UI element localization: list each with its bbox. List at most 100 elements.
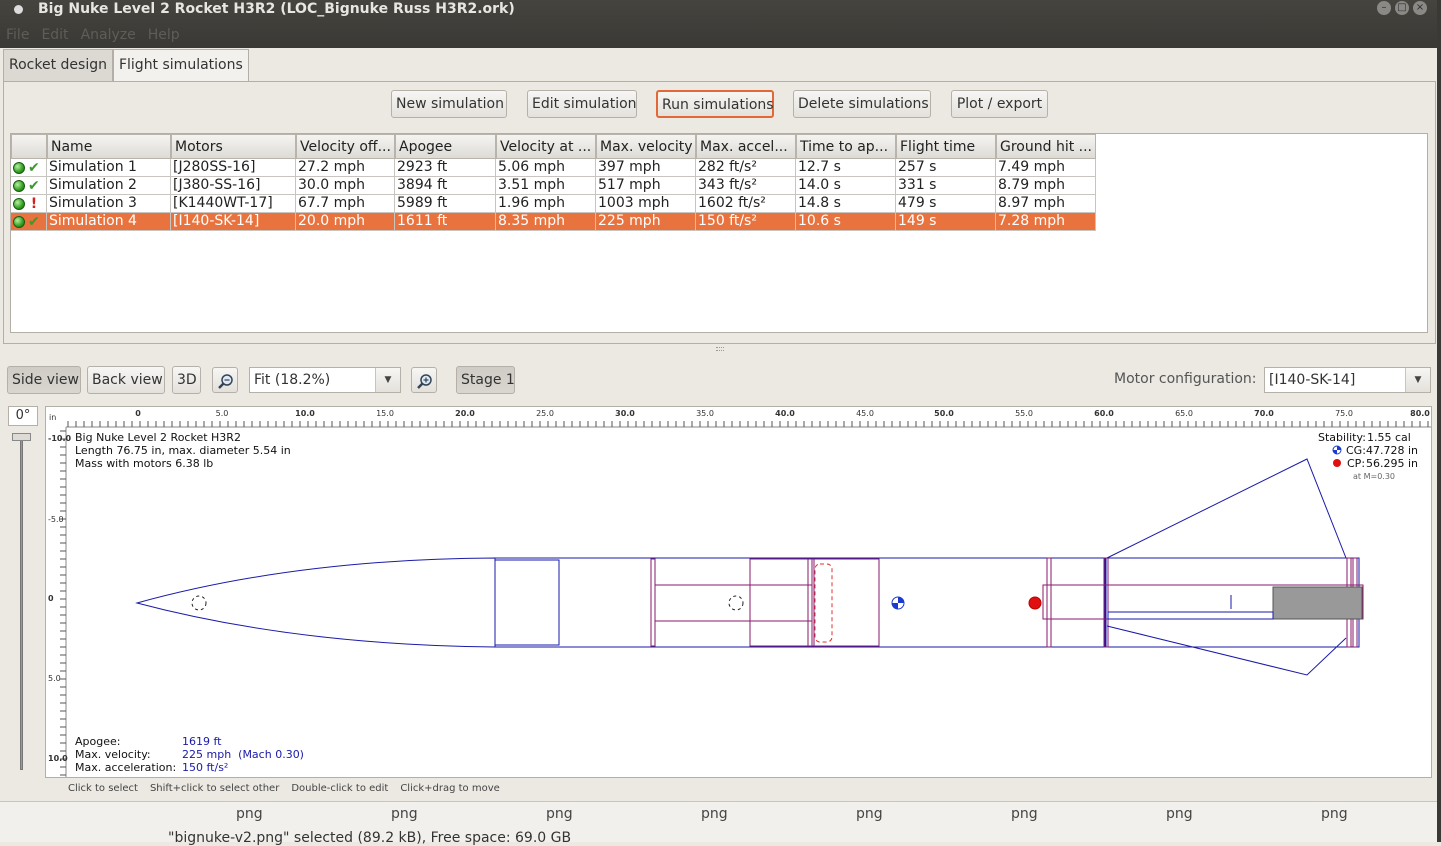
status-cell: !	[11, 195, 47, 213]
back-view-button[interactable]: Back view	[87, 366, 165, 394]
file-type-label[interactable]: png	[856, 806, 883, 822]
inner-tube[interactable]	[654, 584, 813, 622]
rocket-dimensions: Length 76.75 in, max. diameter 5.54 in	[75, 444, 291, 457]
h-tick-label: 25.0	[536, 409, 554, 418]
cell-max-acceleration: 343 ft/s²	[696, 177, 796, 195]
zoom-select[interactable]: Fit (18.2%) ▼	[249, 367, 401, 393]
v-tick-label: 5.0	[48, 674, 61, 683]
rotation-slider-track[interactable]	[20, 440, 23, 770]
panel-splitter[interactable]	[716, 347, 724, 351]
centering-ring[interactable]	[650, 558, 656, 647]
close-icon[interactable]: ×	[1413, 1, 1427, 15]
check-icon: ✔	[28, 213, 40, 230]
column-header-name[interactable]: Name	[47, 134, 171, 159]
table-row[interactable]: ! Simulation 3 [K1440WT-17] 67.7 mph 598…	[11, 195, 1096, 213]
table-row[interactable]: ✔ Simulation 2 [J380-SS-16] 30.0 mph 389…	[11, 177, 1096, 195]
mach-note: at M=0.30	[1353, 472, 1395, 481]
rocket-drawing[interactable]	[135, 458, 1364, 676]
bulkhead-coupler[interactable]	[749, 558, 813, 647]
zoom-in-icon	[417, 374, 432, 389]
file-type-label[interactable]: png	[701, 806, 728, 822]
column-header-motors[interactable]: Motors	[171, 134, 296, 159]
file-chooser-strip: png png png png png png png png "bignuke…	[0, 801, 1441, 846]
h-tick-label: 65.0	[1175, 409, 1193, 418]
plot-export-button[interactable]: Plot / export	[951, 90, 1048, 118]
motor-casing[interactable]	[1272, 586, 1363, 620]
table-row-selected[interactable]: ✔ Simulation 4 [I140-SK-14] 20.0 mph 161…	[11, 213, 1096, 231]
cell-flight-time: 257 s	[896, 159, 996, 177]
side-view-button[interactable]: Side view	[7, 366, 81, 394]
cell-flight-time: 331 s	[896, 177, 996, 195]
cell-apogee: 5989 ft	[395, 195, 496, 213]
menu-analyze[interactable]: Analyze	[75, 24, 142, 46]
cell-max-acceleration: 150 ft/s²	[696, 213, 796, 231]
cell-motors: [J280SS-16]	[171, 159, 296, 177]
cp-legend-icon	[1333, 459, 1341, 467]
fin-bottom[interactable]	[1106, 625, 1347, 676]
stage-1-toggle[interactable]: Stage 1	[456, 366, 515, 394]
nose-cone[interactable]	[135, 557, 496, 648]
cell-time-to-apogee: 12.7 s	[796, 159, 896, 177]
column-header-max-velocity[interactable]: Max. velocity	[596, 134, 696, 159]
tab-flight-simulations[interactable]: Flight simulations	[112, 49, 249, 84]
v-tick-label: 0	[48, 594, 54, 603]
rocket-figure-canvas[interactable]: in 0 5.0 10.0 15.0 20.0 25.0 30.0 35.0 4…	[45, 406, 1432, 778]
body-tube[interactable]	[494, 557, 1107, 648]
parachute[interactable]	[814, 563, 833, 643]
file-type-label[interactable]: png	[546, 806, 573, 822]
file-type-label[interactable]: png	[1321, 806, 1348, 822]
max-acceleration-label: Max. acceleration:	[75, 761, 177, 774]
table-row[interactable]: ✔ Simulation 1 [J280SS-16] 27.2 mph 2923…	[11, 159, 1096, 177]
cell-max-velocity: 397 mph	[596, 159, 696, 177]
h-tick-label: 60.0	[1094, 409, 1114, 418]
file-type-label[interactable]: png	[391, 806, 418, 822]
fin-top[interactable]	[1106, 458, 1347, 559]
minimize-icon[interactable]: –	[1377, 1, 1391, 15]
centering-ring-aft[interactable]	[1046, 557, 1052, 648]
column-header-time-to-apogee[interactable]: Time to ap...	[796, 134, 896, 159]
run-simulations-button[interactable]: Run simulations	[656, 90, 774, 118]
avionics-bay[interactable]	[813, 558, 880, 647]
motor-configuration-select[interactable]: [I140-SK-14] ▼	[1264, 367, 1431, 393]
menu-file[interactable]: File	[0, 24, 35, 46]
cell-velocity-at-deployment: 3.51 mph	[496, 177, 596, 195]
column-header-ground-hit-velocity[interactable]: Ground hit ...	[996, 134, 1096, 159]
file-type-label[interactable]: png	[1166, 806, 1193, 822]
menu-help[interactable]: Help	[142, 24, 186, 46]
maximize-icon[interactable]: □	[1395, 1, 1409, 15]
tab-rocket-design[interactable]: Rocket design	[3, 49, 113, 82]
h-tick-label: 30.0	[615, 409, 635, 418]
status-ok-icon	[13, 215, 25, 228]
menu-edit[interactable]: Edit	[35, 24, 74, 46]
shoulder-coupler[interactable]	[494, 559, 560, 646]
column-header-max-acceleration[interactable]: Max. accel...	[696, 134, 796, 159]
rotation-slider-thumb[interactable]	[12, 433, 31, 441]
mass-component-marker	[728, 595, 744, 611]
v-tick-label: -10.0	[48, 434, 71, 443]
simulations-table: Name Motors Velocity off... Apogee Veloc…	[10, 133, 1428, 333]
zoom-in-button[interactable]	[411, 367, 437, 393]
rotation-angle-field[interactable]: 0°	[8, 406, 38, 426]
bulkhead-ring[interactable]	[807, 558, 815, 647]
zoom-out-icon	[218, 374, 233, 389]
file-type-label[interactable]: png	[1011, 806, 1038, 822]
column-header-flight-time[interactable]: Flight time	[896, 134, 996, 159]
launch-lug[interactable]	[1107, 611, 1274, 620]
edit-simulation-button[interactable]: Edit simulation	[527, 90, 637, 118]
3d-view-button[interactable]: 3D	[172, 366, 201, 394]
column-header-apogee[interactable]: Apogee	[395, 134, 496, 159]
delete-simulations-button[interactable]: Delete simulations	[793, 90, 931, 118]
chevron-down-icon: ▼	[375, 368, 400, 392]
cell-velocity-off-rod: 30.0 mph	[296, 177, 395, 195]
hint-text: Click+drag to move	[400, 783, 500, 794]
new-simulation-button[interactable]: New simulation	[391, 90, 507, 118]
column-header-status[interactable]	[11, 134, 47, 159]
zoom-out-button[interactable]	[212, 367, 238, 393]
rocket-figure[interactable]: in 0 5.0 10.0 15.0 20.0 25.0 30.0 35.0 4…	[46, 407, 1431, 777]
column-header-velocity-off-rod[interactable]: Velocity off...	[296, 134, 395, 159]
cell-max-acceleration: 282 ft/s²	[696, 159, 796, 177]
file-type-label[interactable]: png	[236, 806, 263, 822]
cell-max-velocity: 1003 mph	[596, 195, 696, 213]
cg-label: CG:	[1346, 444, 1366, 457]
column-header-velocity-at-deployment[interactable]: Velocity at ...	[496, 134, 596, 159]
